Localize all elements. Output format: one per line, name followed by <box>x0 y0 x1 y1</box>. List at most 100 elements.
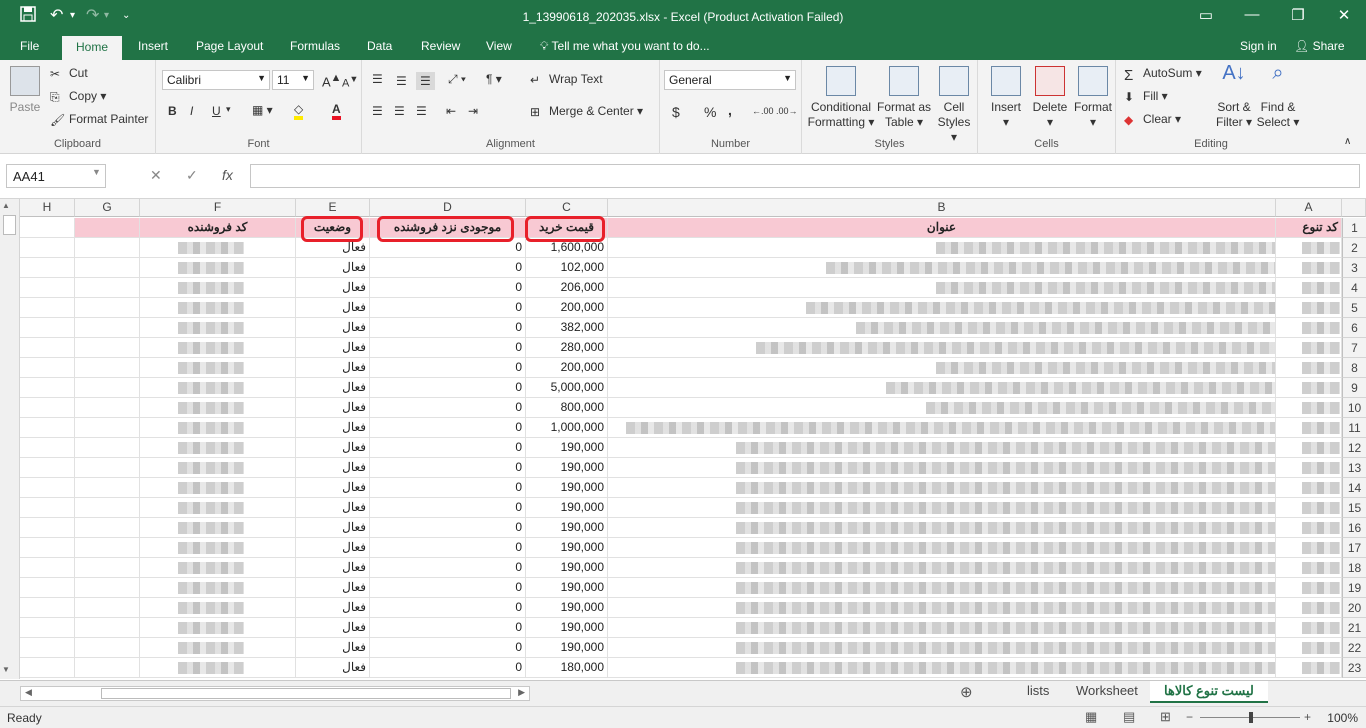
cell-h11[interactable] <box>20 418 75 438</box>
tab-view[interactable]: View <box>486 39 512 53</box>
align-bottom-icon[interactable]: ☰ <box>416 72 435 90</box>
cell-c8[interactable]: 200,000 <box>526 358 608 378</box>
format-painter-button[interactable]: 🖌︎ Format Painter <box>50 112 148 127</box>
cell-c20[interactable]: 190,000 <box>526 598 608 618</box>
cell-f17[interactable] <box>140 538 296 558</box>
cell-h8[interactable] <box>20 358 75 378</box>
cell-g10[interactable] <box>75 398 140 418</box>
column-header-b[interactable]: B <box>608 199 1276 217</box>
cell-g18[interactable] <box>75 558 140 578</box>
cell-h14[interactable] <box>20 478 75 498</box>
cell-d14[interactable]: 0 <box>370 478 526 498</box>
cell-a18[interactable] <box>1276 558 1342 578</box>
sheet-tab-worksheet[interactable]: Worksheet <box>1076 683 1138 698</box>
cell-g2[interactable] <box>75 238 140 258</box>
sheet-tab-products[interactable]: لیست تنوع کالاها <box>1150 681 1268 703</box>
cell-b13[interactable] <box>608 458 1276 478</box>
fx-icon[interactable]: fx <box>222 167 233 183</box>
cell-e15[interactable]: فعال <box>296 498 370 518</box>
page-break-view-icon[interactable]: ⊞ <box>1160 709 1171 725</box>
tab-review[interactable]: Review <box>421 39 460 53</box>
cell-e9[interactable]: فعال <box>296 378 370 398</box>
cell-e13[interactable]: فعال <box>296 458 370 478</box>
cell-f13[interactable] <box>140 458 296 478</box>
cell-g8[interactable] <box>75 358 140 378</box>
cell-b1[interactable]: عنوان <box>608 218 1276 238</box>
enter-icon[interactable]: ✓ <box>186 167 198 184</box>
align-top-icon[interactable]: ☰ <box>372 72 383 86</box>
cell-a21[interactable] <box>1276 618 1342 638</box>
cell-b12[interactable] <box>608 438 1276 458</box>
cell-c15[interactable]: 190,000 <box>526 498 608 518</box>
cell-f10[interactable] <box>140 398 296 418</box>
cell-e20[interactable]: فعال <box>296 598 370 618</box>
cell-b16[interactable] <box>608 518 1276 538</box>
fill-button[interactable]: ⬇ Fill ▾ <box>1124 89 1168 104</box>
cell-d10[interactable]: 0 <box>370 398 526 418</box>
cell-a19[interactable] <box>1276 578 1342 598</box>
cell-g23[interactable] <box>75 658 140 678</box>
tab-data[interactable]: Data <box>367 39 392 53</box>
cell-f23[interactable] <box>140 658 296 678</box>
orientation-icon[interactable]: ⤢ ▾ <box>448 72 466 87</box>
share-button[interactable]: 👤︎ Share <box>1294 39 1345 53</box>
cell-a11[interactable] <box>1276 418 1342 438</box>
cell-e4[interactable]: فعال <box>296 278 370 298</box>
column-header-e[interactable]: E <box>296 199 370 217</box>
fill-color-icon[interactable]: ◇ <box>294 102 304 120</box>
page-layout-view-icon[interactable]: ▤ <box>1123 709 1135 725</box>
cell-f6[interactable] <box>140 318 296 338</box>
conditional-formatting-button[interactable]: Conditional Formatting ▾ <box>806 66 876 130</box>
row-header-17[interactable]: 17 <box>1342 538 1366 558</box>
cell-e22[interactable]: فعال <box>296 638 370 658</box>
new-sheet-icon[interactable]: ⊕ <box>960 683 973 701</box>
cell-h20[interactable] <box>20 598 75 618</box>
cell-h19[interactable] <box>20 578 75 598</box>
cell-g19[interactable] <box>75 578 140 598</box>
cell-styles-button[interactable]: Cell Styles ▾ <box>934 66 974 145</box>
find-select-button[interactable]: ⌕ Find & Select ▾ <box>1256 63 1300 130</box>
font-color-icon[interactable]: A <box>332 102 341 120</box>
cell-d17[interactable]: 0 <box>370 538 526 558</box>
cell-g22[interactable] <box>75 638 140 658</box>
cell-d3[interactable]: 0 <box>370 258 526 278</box>
vertical-scrollbar[interactable]: ▲ ▼ <box>0 199 20 679</box>
collapse-ribbon-icon[interactable]: ∧ <box>1344 136 1351 147</box>
cell-d8[interactable]: 0 <box>370 358 526 378</box>
cell-e21[interactable]: فعال <box>296 618 370 638</box>
scroll-left-icon[interactable]: ◀ <box>25 687 32 698</box>
insert-cells-button[interactable]: Insert ▾ <box>986 66 1026 130</box>
right-to-left-icon[interactable]: ¶ ▾ <box>486 72 502 86</box>
cell-d12[interactable]: 0 <box>370 438 526 458</box>
zoom-out-icon[interactable]: − <box>1186 710 1193 724</box>
cell-h12[interactable] <box>20 438 75 458</box>
row-header-7[interactable]: 7 <box>1342 338 1366 358</box>
cell-g11[interactable] <box>75 418 140 438</box>
cell-a12[interactable] <box>1276 438 1342 458</box>
cell-g1[interactable] <box>75 218 140 238</box>
cell-h13[interactable] <box>20 458 75 478</box>
cell-h7[interactable] <box>20 338 75 358</box>
row-header-15[interactable]: 15 <box>1342 498 1366 518</box>
cell-a2[interactable] <box>1276 238 1342 258</box>
cell-h21[interactable] <box>20 618 75 638</box>
cell-c22[interactable]: 190,000 <box>526 638 608 658</box>
cell-h5[interactable] <box>20 298 75 318</box>
cell-g13[interactable] <box>75 458 140 478</box>
cell-b21[interactable] <box>608 618 1276 638</box>
cell-c12[interactable]: 190,000 <box>526 438 608 458</box>
row-header-11[interactable]: 11 <box>1342 418 1366 438</box>
cell-b22[interactable] <box>608 638 1276 658</box>
row-header-13[interactable]: 13 <box>1342 458 1366 478</box>
align-left-icon[interactable]: ☰ <box>372 104 383 118</box>
tab-home[interactable]: Home <box>62 36 123 60</box>
cell-b14[interactable] <box>608 478 1276 498</box>
cell-e14[interactable]: فعال <box>296 478 370 498</box>
cell-d18[interactable]: 0 <box>370 558 526 578</box>
cell-a15[interactable] <box>1276 498 1342 518</box>
cell-a22[interactable] <box>1276 638 1342 658</box>
column-header-g[interactable]: G <box>75 199 140 217</box>
row-header-9[interactable]: 9 <box>1342 378 1366 398</box>
cell-f11[interactable] <box>140 418 296 438</box>
normal-view-icon[interactable]: ▦ <box>1085 709 1097 725</box>
